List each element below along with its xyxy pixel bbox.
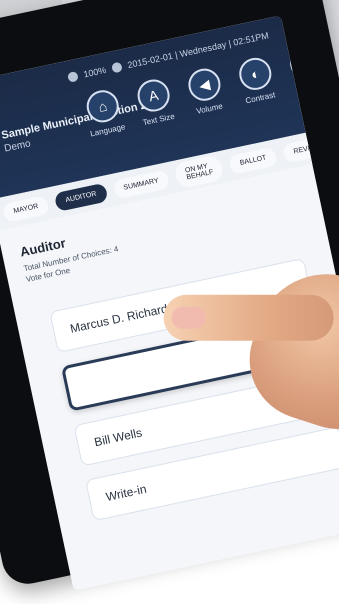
tool-contrast[interactable]: ◐ Contrast: [233, 54, 280, 106]
tab-review[interactable]: REVIEW: [281, 134, 333, 164]
tool-help[interactable]: ? Help: [284, 43, 331, 95]
finger-nail: [171, 306, 206, 329]
tool-help-label: Help: [302, 80, 321, 94]
tool-language-label: Language: [89, 122, 127, 139]
index-finger: [163, 294, 334, 341]
help-icon: ?: [287, 44, 326, 83]
accessibility-toolbar: ⌂ Language A Text Size ◀ Volume ◐ Contra…: [81, 43, 331, 138]
language-icon: ⌂: [83, 87, 122, 126]
tab-mayor[interactable]: MAYOR: [1, 194, 50, 223]
tool-text-size-label: Text Size: [141, 111, 176, 128]
tool-volume[interactable]: ◀ Volume: [183, 65, 230, 117]
candidate-name: Bill Wells: [92, 425, 144, 450]
tool-language[interactable]: ⌂ Language: [81, 87, 128, 139]
volume-icon: ◀: [185, 65, 224, 104]
clock-icon: [110, 61, 123, 74]
contrast-icon: ◐: [236, 54, 275, 93]
tool-text-size[interactable]: A Text Size: [132, 76, 179, 128]
battery-icon: [66, 70, 79, 83]
text-size-icon: A: [134, 76, 173, 115]
battery-text: 100%: [82, 64, 108, 80]
tab-auditor[interactable]: AUDITOR: [53, 182, 109, 212]
tab-ballot[interactable]: BALLOT: [228, 146, 278, 175]
tool-volume-label: Volume: [195, 101, 224, 116]
tab-summary[interactable]: SUMMARY: [111, 168, 171, 200]
tool-contrast-label: Contrast: [244, 90, 277, 106]
write-in-label: Write-in: [104, 481, 148, 505]
